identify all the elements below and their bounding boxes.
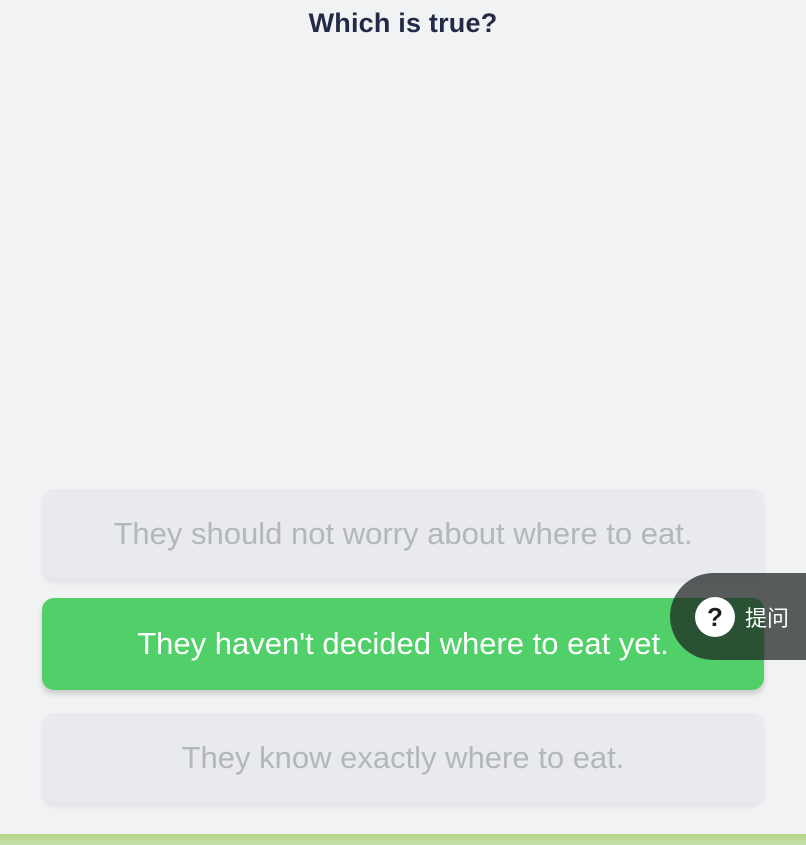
- answer-option-label: They haven't decided where to eat yet.: [137, 626, 669, 661]
- bottom-edge-strip: [0, 834, 806, 845]
- answer-option-2[interactable]: They haven't decided where to eat yet.: [42, 598, 764, 690]
- answer-option-3[interactable]: They know exactly where to eat.: [42, 713, 764, 803]
- answer-option-1[interactable]: They should not worry about where to eat…: [42, 489, 764, 579]
- question-mark-icon: ?: [695, 596, 735, 637]
- ask-question-button[interactable]: ? 提问: [670, 573, 806, 660]
- answer-option-label: They know exactly where to eat.: [181, 740, 625, 775]
- ask-question-label: 提问: [745, 606, 790, 632]
- answer-option-label: They should not worry about where to eat…: [113, 516, 693, 551]
- quiz-screen: Which is true? They should not worry abo…: [0, 0, 806, 845]
- question-title: Which is true?: [308, 8, 498, 38]
